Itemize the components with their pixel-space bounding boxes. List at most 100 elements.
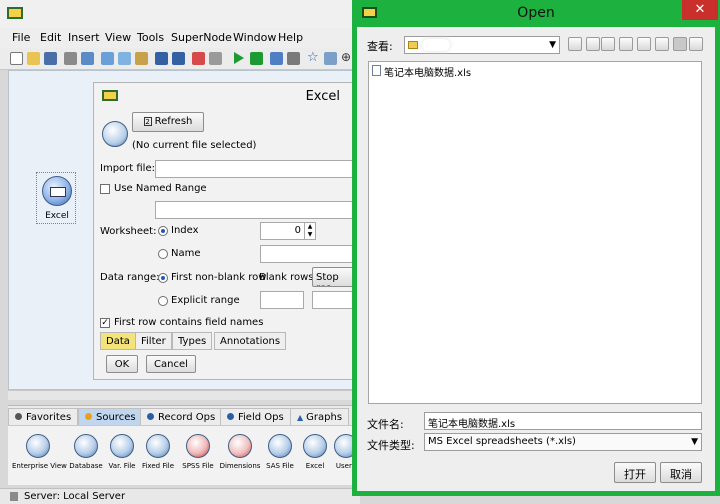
excel-dialog-logo-icon (102, 90, 118, 101)
tab-field-ops-label: Field Ops (238, 412, 284, 423)
tab-types[interactable]: Types (172, 332, 213, 350)
chevron-down-icon: ▼ (549, 40, 556, 50)
preview-icon[interactable] (270, 52, 283, 65)
named-range-input[interactable] (155, 201, 356, 219)
up-level-icon[interactable] (568, 37, 582, 51)
palette-node-enterprise-view[interactable]: Enterprise View (12, 432, 67, 482)
tab-sources[interactable]: Sources (78, 408, 143, 426)
var-file-icon (110, 434, 134, 458)
first-nonblank-label: First non-blank row (171, 272, 267, 283)
copy-icon[interactable] (118, 52, 131, 65)
back-icon[interactable] (586, 37, 600, 51)
look-in-select[interactable]: ▼ (404, 36, 560, 54)
canvas-horizontal-scrollbar[interactable] (8, 390, 360, 400)
first-nonblank-radio[interactable] (158, 273, 168, 283)
tab-graphs[interactable]: ▲ Graphs (290, 408, 350, 426)
range-start-input[interactable] (260, 291, 304, 309)
star-icon[interactable]: ☆ (307, 50, 320, 65)
menu-insert[interactable]: Insert (68, 31, 100, 44)
sas-file-icon (268, 434, 292, 458)
file-icon (372, 65, 381, 76)
filename-input[interactable]: 笔记本电脑数据.xls (424, 412, 702, 430)
excel-node-preview-icon (102, 121, 128, 147)
new-icon[interactable] (10, 52, 23, 65)
dimensions-icon (228, 434, 252, 458)
menu-edit[interactable]: Edit (40, 31, 61, 44)
run-selection-icon[interactable] (250, 52, 263, 65)
stop-icon[interactable] (287, 52, 300, 65)
tab-record-ops[interactable]: Record Ops (140, 408, 223, 426)
worksheet-label: Worksheet: (100, 226, 157, 237)
tab-annotations[interactable]: Annotations (214, 332, 287, 350)
excel-node-label: Excel (45, 211, 69, 221)
open-icon[interactable] (27, 52, 40, 65)
import-file-label: Import file: (100, 163, 155, 174)
sources-icon (85, 413, 92, 420)
use-named-range-checkbox[interactable] (100, 184, 110, 194)
import-file-input[interactable] (155, 160, 356, 178)
open-button[interactable]: 打开 (614, 462, 656, 483)
tab-graphs-label: Graphs (306, 412, 343, 423)
menu-window[interactable]: Window (233, 31, 276, 44)
name-radio[interactable] (158, 249, 168, 259)
database-icon (74, 434, 98, 458)
index-radio[interactable] (158, 226, 168, 236)
parent-folder-icon[interactable] (619, 37, 633, 51)
open-cancel-button[interactable]: 取消 (660, 462, 702, 483)
palette-node-fixed-file[interactable]: Fixed File (136, 432, 180, 482)
paste-icon[interactable] (135, 52, 148, 65)
undo-icon[interactable] (155, 52, 168, 65)
range-end-input[interactable] (312, 291, 356, 309)
tab-filter[interactable]: Filter (135, 332, 172, 350)
refresh-label: Refresh (154, 116, 193, 127)
app-logo-icon (7, 7, 23, 19)
close-button[interactable]: ✕ (682, 0, 718, 20)
tool-icon[interactable] (81, 52, 94, 65)
blank-rows-select[interactable]: Stop rea (312, 267, 356, 287)
menu-tools[interactable]: Tools (137, 31, 164, 44)
filetype-select[interactable]: MS Excel spreadsheets (*.xls) ▼ (424, 433, 702, 451)
filetype-value: MS Excel spreadsheets (*.xls) (428, 436, 576, 447)
tab-favorites[interactable]: Favorites (8, 408, 79, 426)
tab-field-ops[interactable]: Field Ops (220, 408, 291, 426)
home-icon[interactable] (637, 37, 651, 51)
index-value: 0 (294, 225, 301, 236)
stepper-arrows-icon[interactable]: ▲ ▼ (304, 223, 315, 239)
menu-help[interactable]: Help (278, 31, 303, 44)
sql-icon[interactable] (209, 52, 222, 65)
palette-node-spss-file[interactable]: SPSS File (176, 432, 220, 482)
tab-data[interactable]: Data (100, 332, 136, 350)
worksheet-name-input[interactable] (260, 245, 356, 263)
name-label: Name (171, 248, 201, 259)
run-icon[interactable] (234, 52, 244, 64)
chevron-down-icon: ▼ (691, 437, 698, 447)
menu-view[interactable]: View (105, 31, 131, 44)
excel-source-node[interactable]: Excel (36, 172, 76, 224)
no-file-text: (No current file selected) (132, 140, 257, 151)
palette-node-dimensions[interactable]: Dimensions (218, 432, 262, 482)
redo-icon[interactable] (172, 52, 185, 65)
menu-file[interactable]: File (12, 31, 30, 44)
save-icon[interactable] (44, 52, 57, 65)
print-icon[interactable] (64, 52, 77, 65)
refresh-button[interactable]: 2 Refresh (132, 112, 204, 132)
new-folder-icon[interactable] (655, 37, 669, 51)
edit-icon[interactable] (192, 52, 205, 65)
explicit-range-radio[interactable] (158, 296, 168, 306)
filename-label: 文件名: (367, 418, 404, 431)
cut-icon[interactable] (101, 52, 114, 65)
filetype-label: 文件类型: (367, 439, 415, 452)
file-list[interactable]: 笔记本电脑数据.xls (368, 61, 702, 404)
details-view-icon[interactable] (689, 37, 703, 51)
cancel-button[interactable]: Cancel (146, 355, 196, 373)
menu-supernode[interactable]: SuperNode (171, 31, 232, 44)
first-row-names-checkbox[interactable]: ✓ (100, 318, 110, 328)
look-in-label: 查看: (367, 40, 393, 53)
index-stepper[interactable]: 0 ▲ ▼ (260, 222, 316, 240)
list-view-icon[interactable] (673, 37, 687, 51)
refresh-icon: 2 (143, 117, 152, 126)
ok-button[interactable]: OK (106, 355, 138, 373)
palette-node-label: Enterprise View (12, 462, 67, 470)
annotation-icon[interactable] (324, 52, 337, 65)
forward-icon[interactable] (601, 37, 615, 51)
